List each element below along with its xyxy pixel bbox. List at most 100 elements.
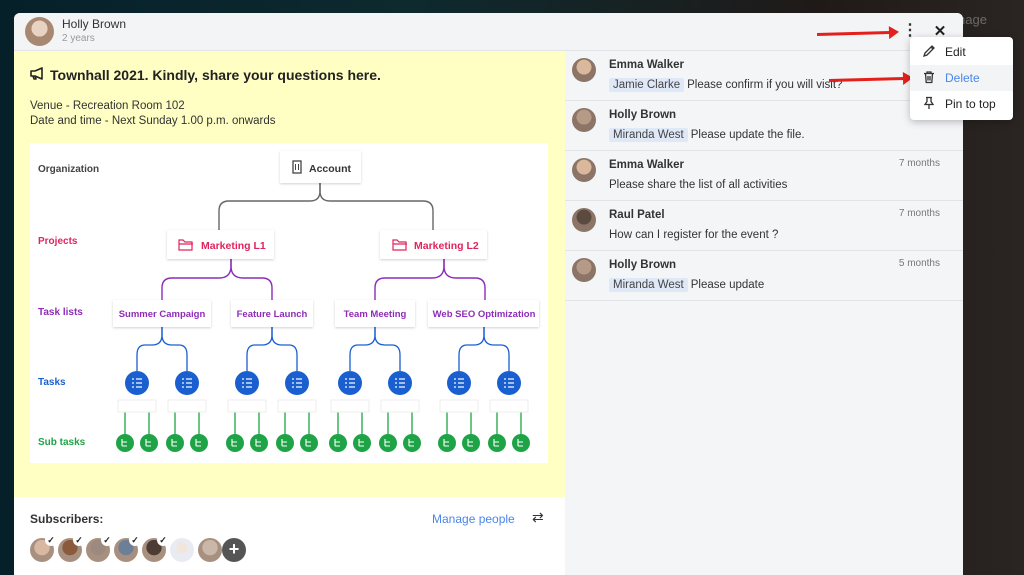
task-label-box xyxy=(227,399,267,413)
pencil-icon xyxy=(922,45,935,58)
menu-item-delete[interactable]: Delete xyxy=(910,65,1013,91)
node-task xyxy=(497,371,521,395)
comment-item[interactable]: Emma Walker 7 months Please share the list… xyxy=(565,151,963,201)
row-label-task-lists: Task lists xyxy=(38,307,83,318)
megaphone-icon xyxy=(30,67,46,83)
comment-author: Emma Walker xyxy=(609,159,684,171)
task-label-box xyxy=(167,399,207,413)
subscribers-section: Subscribers: Manage people ⇄ ✓ ✓ ✓ ✓ ✓ + xyxy=(14,497,565,575)
task-label-box xyxy=(330,399,370,413)
comment-time: 7 months xyxy=(898,208,940,219)
pin-icon xyxy=(923,96,935,109)
node-task xyxy=(175,371,199,395)
author-avatar xyxy=(25,17,54,46)
comment-body: How can I register for the event ? xyxy=(609,229,779,241)
row-label-sub-tasks: Sub tasks xyxy=(38,437,86,448)
check-icon: ✓ xyxy=(101,534,113,546)
comment-avatar xyxy=(572,108,596,132)
connector-tasklist-task xyxy=(271,327,298,371)
post-datetime: Date and time - Next Sunday 1.00 p.m. on… xyxy=(30,115,276,127)
row-label-organization: Organization xyxy=(38,164,99,175)
row-label-projects: Projects xyxy=(38,236,78,247)
node-subtask xyxy=(226,434,244,452)
menu-item-edit[interactable]: Edit xyxy=(910,39,1013,65)
svg-text:Web SEO Optimization: Web SEO Optimization xyxy=(433,309,536,320)
node-subtask xyxy=(379,434,397,452)
node-task xyxy=(338,371,362,395)
comment-text: Please share the list of all activities xyxy=(609,179,787,191)
add-subscriber-button[interactable]: + xyxy=(222,538,246,562)
post-content: Townhall 2021. Kindly, share your questi… xyxy=(14,51,565,497)
node-subtask xyxy=(462,434,480,452)
comment-item[interactable]: Holly Brown Miranda West Please update the… xyxy=(565,101,963,151)
task-label-box xyxy=(489,399,529,413)
svg-text:Marketing L1: Marketing L1 xyxy=(201,240,266,252)
node-account: Account xyxy=(280,151,361,183)
connector-tasklist-task xyxy=(136,327,163,371)
node-subtask xyxy=(250,434,268,452)
subscribers-label: Subscribers: xyxy=(30,512,104,526)
node-subtask xyxy=(190,434,208,452)
swap-arrows-icon[interactable]: ⇄ xyxy=(532,509,544,526)
node-project-marketing-l1: Marketing L1 xyxy=(167,230,274,259)
node-tasklist-team-meeting: Team Meeting xyxy=(335,300,415,327)
check-icon: ✓ xyxy=(157,534,169,546)
node-subtask xyxy=(438,434,456,452)
check-icon: ✓ xyxy=(73,534,85,546)
connector-tasklist-task xyxy=(483,327,510,371)
comment-avatar xyxy=(572,258,596,282)
task-label-box xyxy=(380,399,420,413)
node-task xyxy=(235,371,259,395)
comment-body: Please share the list of all activities xyxy=(609,179,788,191)
node-project-marketing-l2: Marketing L2 xyxy=(380,230,487,259)
comment-text: Jamie Clarke Please confirm if you will v… xyxy=(609,78,843,92)
svg-text:Summer Campaign: Summer Campaign xyxy=(119,309,206,320)
mention-tag[interactable]: Jamie Clarke xyxy=(609,78,685,92)
connector-tasklist-task xyxy=(161,327,188,371)
node-tasklist-feature-launch: Feature Launch xyxy=(231,300,313,327)
subscriber-avatar[interactable] xyxy=(198,538,222,562)
node-subtask xyxy=(329,434,347,452)
menu-item-pin[interactable]: Pin to top xyxy=(910,91,1013,117)
node-subtask xyxy=(300,434,318,452)
comment-text: Miranda West Please update xyxy=(609,278,765,292)
comment-item[interactable]: Raul Patel 7 months How can I register for… xyxy=(565,201,963,251)
node-subtask xyxy=(276,434,294,452)
svg-text:Marketing L2: Marketing L2 xyxy=(414,240,479,252)
comment-time: 5 months xyxy=(898,258,940,269)
comment-item[interactable]: Holly Brown 5 months Miranda West Please up… xyxy=(565,251,963,301)
mention-tag[interactable]: Miranda West xyxy=(609,128,688,142)
connector-tasklist-task xyxy=(374,327,401,371)
svg-text:Account: Account xyxy=(309,163,352,175)
post-time: 2 years xyxy=(62,33,95,44)
manage-people-link[interactable]: Manage people xyxy=(432,512,515,526)
connector-account-l2 xyxy=(319,183,434,231)
comment-time: 7 months xyxy=(898,158,940,169)
task-label-box xyxy=(439,399,479,413)
comment-text: How can I register for the event ? xyxy=(609,229,778,241)
row-label-tasks: Tasks xyxy=(38,377,66,388)
node-task xyxy=(125,371,149,395)
post-modal: Holly Brown 2 years ⋮ ✕ Townhall 2021. K… xyxy=(14,13,963,575)
comment-author: Emma Walker xyxy=(609,59,684,71)
subscriber-avatar[interactable] xyxy=(170,538,194,562)
comment-body: Please confirm if you will visit? xyxy=(687,79,843,91)
task-label-box xyxy=(277,399,317,413)
post-venue: Venue - Recreation Room 102 xyxy=(30,100,185,112)
connector-l2-seo xyxy=(443,256,486,300)
connector-tasklist-task xyxy=(246,327,273,371)
mention-tag[interactable]: Miranda West xyxy=(609,278,688,292)
svg-text:Feature Launch: Feature Launch xyxy=(237,309,308,320)
hierarchy-diagram: Organization Projects Task lists Tasks S… xyxy=(30,143,548,463)
node-tasklist-summer-campaign: Summer Campaign xyxy=(113,300,211,327)
comment-body: Please update xyxy=(690,279,765,291)
node-subtask xyxy=(140,434,158,452)
comments-panel: Emma Walker Jamie Clarke Please confirm if… xyxy=(565,51,963,575)
task-label-box xyxy=(117,399,157,413)
post-title-text: Townhall 2021. Kindly, share your questi… xyxy=(50,67,381,83)
node-tasklist-web-seo: Web SEO Optimization xyxy=(428,300,539,327)
trash-icon xyxy=(924,71,934,84)
connector-l1-feature xyxy=(230,256,273,300)
node-subtask xyxy=(116,434,134,452)
comment-avatar xyxy=(572,208,596,232)
